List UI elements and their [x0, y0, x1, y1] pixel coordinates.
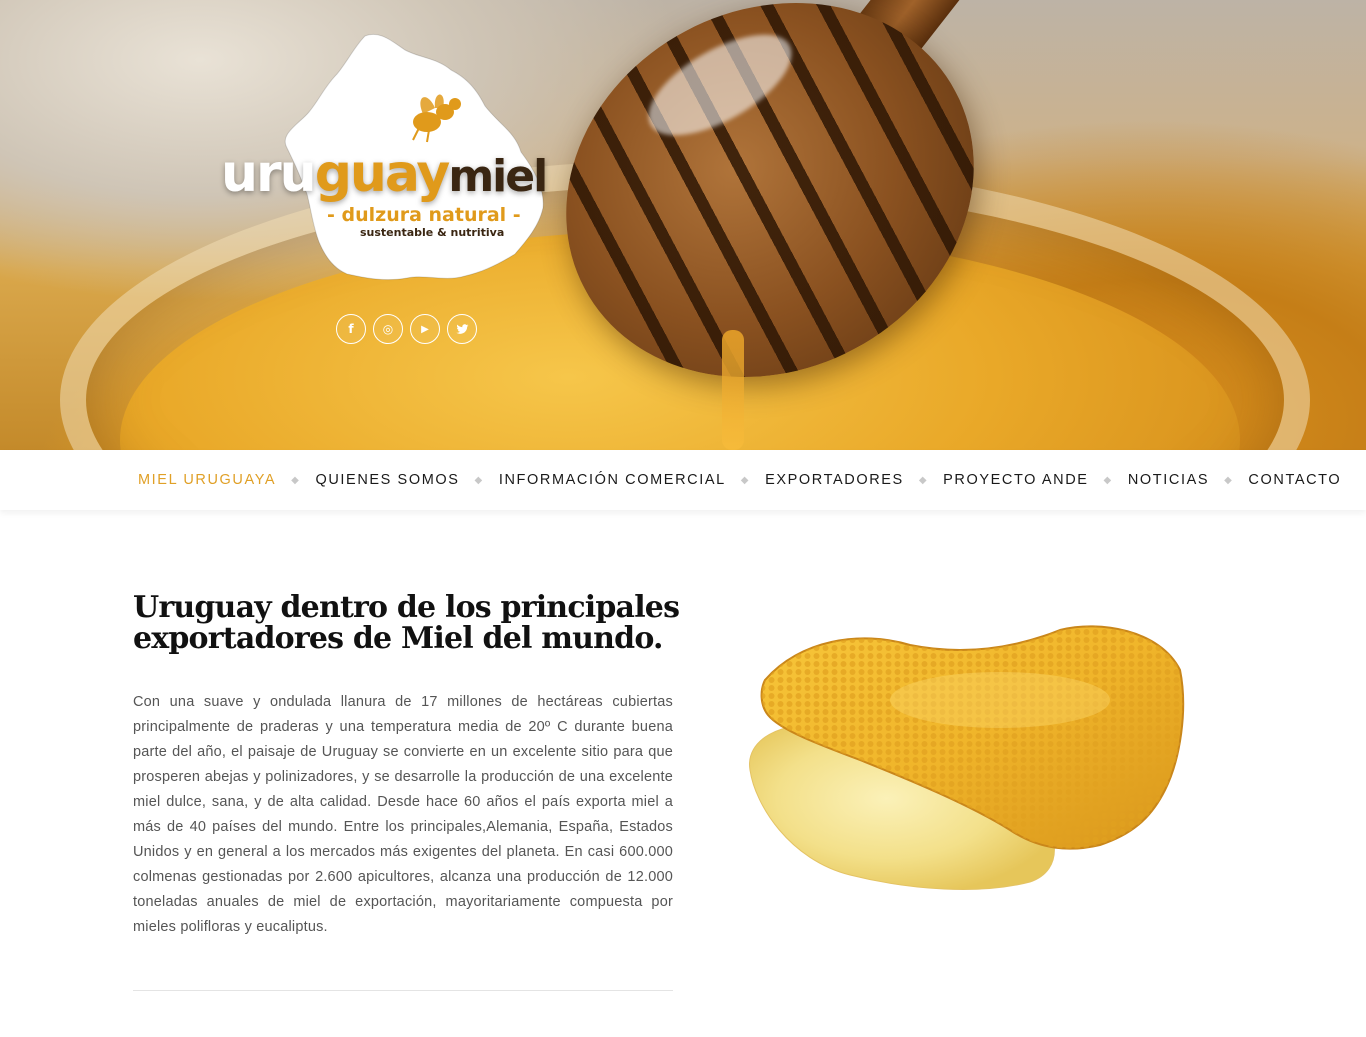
youtube-icon[interactable]: ▶ — [410, 314, 440, 344]
nav-separator-icon: ◆ — [1103, 474, 1113, 486]
main-navigation: MIEL URUGUAYA ◆ QUIENES SOMOS ◆ INFORMAC… — [0, 450, 1366, 510]
nav-item-proyecto-ande[interactable]: PROYECTO ANDE — [943, 472, 1088, 488]
nav-item-noticias[interactable]: NOTICIAS — [1128, 472, 1209, 488]
brand-tagline: - dulzura natural - — [327, 204, 521, 226]
article-title-line-2: exportadores de Miel del mundo. — [133, 621, 664, 656]
nav-list: MIEL URUGUAYA ◆ QUIENES SOMOS ◆ INFORMAC… — [138, 450, 1341, 510]
facebook-icon[interactable]: f — [336, 314, 366, 344]
nav-separator-icon: ◆ — [291, 474, 301, 486]
instagram-icon[interactable]: ◎ — [373, 314, 403, 344]
article-title-line-1: Uruguay dentro de los principales — [133, 590, 680, 625]
article-title: Uruguay dentro de los principales export… — [133, 592, 693, 654]
nav-separator-icon: ◆ — [1224, 474, 1234, 486]
brand-logo[interactable]: uruguaymiel - dulzura natural - sustenta… — [215, 28, 605, 288]
nav-item-exportadores[interactable]: EXPORTADORES — [765, 472, 904, 488]
bee-icon — [412, 94, 461, 143]
nav-item-informacion-comercial[interactable]: INFORMACIÓN COMERCIAL — [499, 472, 726, 488]
nav-item-quienes-somos[interactable]: QUIENES SOMOS — [315, 472, 459, 488]
nav-item-contacto[interactable]: CONTACTO — [1248, 472, 1341, 488]
brand-word-white: uru — [221, 144, 317, 204]
nav-separator-icon: ◆ — [740, 474, 751, 486]
social-links: f ◎ ▶ — [336, 314, 477, 344]
twitter-icon[interactable] — [447, 314, 477, 344]
nav-separator-icon: ◆ — [918, 474, 929, 486]
brand-subtagline: sustentable & nutritiva — [360, 226, 505, 239]
nav-item-miel-uruguaya[interactable]: MIEL URUGUAYA — [138, 472, 276, 488]
brand-wordmark: uruguaymiel — [221, 148, 548, 202]
honeycomb-image — [749, 625, 1185, 890]
nav-separator-icon: ◆ — [474, 474, 484, 486]
brand-word-gold: guay — [314, 144, 451, 204]
article-body: Con una suave y ondulada llanura de 17 m… — [133, 694, 673, 935]
content-divider — [133, 990, 673, 991]
twitter-bird-glyph — [455, 323, 468, 334]
honey-drip — [722, 330, 744, 450]
brand-word-dark: miel — [448, 151, 548, 202]
hero-banner: uruguaymiel - dulzura natural - sustenta… — [0, 0, 1366, 450]
